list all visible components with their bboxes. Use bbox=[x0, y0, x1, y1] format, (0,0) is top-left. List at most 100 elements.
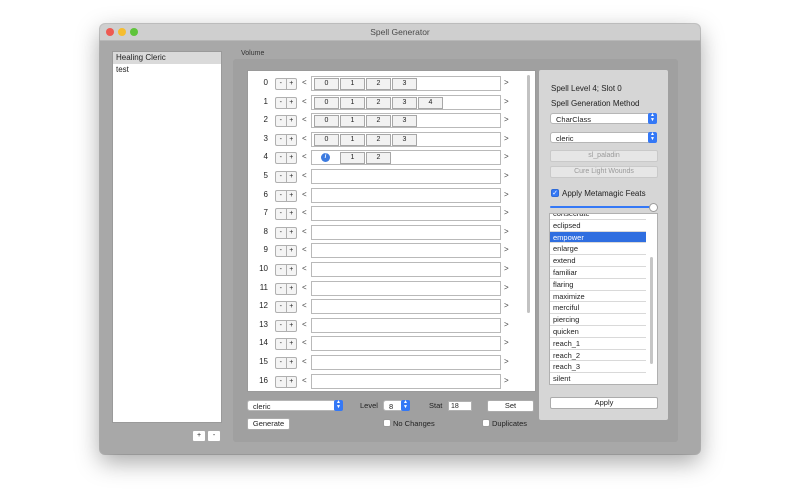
method-select[interactable]: CharClass ▲ ▼ bbox=[550, 113, 657, 124]
slot-field[interactable] bbox=[311, 262, 501, 277]
scroll-right-button[interactable]: > bbox=[504, 97, 509, 106]
info-icon[interactable]: i bbox=[321, 153, 330, 163]
scroll-right-button[interactable]: > bbox=[504, 320, 509, 329]
list-item[interactable]: Healing Cleric bbox=[113, 52, 221, 64]
decrease-button[interactable]: - bbox=[276, 172, 287, 182]
remove-character-button[interactable]: - bbox=[207, 430, 221, 442]
scroll-left-button[interactable]: < bbox=[302, 190, 307, 199]
decrease-button[interactable]: - bbox=[276, 134, 287, 145]
increase-button[interactable]: + bbox=[287, 228, 297, 238]
metamagic-checkbox[interactable]: ✓ bbox=[551, 189, 559, 197]
increase-button[interactable]: + bbox=[287, 209, 297, 219]
level-stepper[interactable]: - + bbox=[275, 78, 297, 90]
slot-button[interactable]: 0 bbox=[314, 115, 339, 128]
scroll-left-button[interactable]: < bbox=[302, 357, 307, 366]
scroll-left-button[interactable]: < bbox=[302, 301, 307, 310]
slot-field[interactable] bbox=[311, 373, 501, 389]
scroll-left-button[interactable]: < bbox=[302, 283, 307, 292]
slot-button[interactable]: 3 bbox=[392, 78, 417, 90]
metamagic-item[interactable]: reach_2 bbox=[550, 350, 646, 362]
spell-list-button[interactable]: sl_paladin bbox=[550, 150, 658, 162]
level-stepper[interactable]: - + bbox=[275, 338, 297, 351]
scroll-left-button[interactable]: < bbox=[302, 97, 307, 106]
metamagic-item[interactable]: merciful bbox=[550, 302, 646, 315]
scroll-left-button[interactable]: < bbox=[302, 171, 307, 180]
level-stepper[interactable]: - + bbox=[275, 301, 297, 314]
set-button[interactable]: Set bbox=[487, 400, 534, 412]
level-stepper[interactable]: - + bbox=[275, 319, 297, 332]
metamagic-item[interactable]: familiar bbox=[550, 267, 646, 279]
increase-button[interactable]: + bbox=[287, 246, 297, 256]
scroll-left-button[interactable]: < bbox=[302, 115, 307, 124]
slot-button[interactable]: 1 bbox=[340, 78, 365, 90]
slot-field[interactable] bbox=[311, 206, 501, 222]
metamagic-item[interactable]: empower bbox=[550, 231, 646, 244]
slot-field[interactable]: 0123 bbox=[311, 76, 501, 91]
spell-level-area[interactable]: 0- + <0 1 2 3 >1- + <0 1 2 3 4 >2- + <0 1 2 3 >3- + <0 1 2 3 >4- +… bbox=[247, 70, 536, 392]
class-select[interactable]: cleric ▲ ▼ bbox=[550, 132, 657, 143]
slot-button[interactable]: 2 bbox=[366, 152, 391, 165]
level-stepper[interactable]: - + bbox=[275, 245, 297, 258]
slot-button[interactable]: 1 bbox=[340, 96, 365, 109]
close-window-icon[interactable] bbox=[106, 28, 114, 36]
slot-button[interactable]: 3 bbox=[392, 133, 417, 146]
stat-field[interactable]: 18 bbox=[448, 401, 472, 411]
scroll-right-button[interactable]: > bbox=[504, 78, 509, 87]
level-stepper[interactable]: - + bbox=[275, 152, 297, 165]
slot-button[interactable]: 3 bbox=[392, 115, 417, 128]
increase-button[interactable]: + bbox=[287, 358, 297, 368]
slot-button[interactable]: 2 bbox=[366, 78, 391, 90]
apply-button[interactable]: Apply bbox=[550, 397, 658, 409]
scroll-right-button[interactable]: > bbox=[504, 245, 509, 254]
level-stepper[interactable]: - + bbox=[275, 96, 297, 109]
metamagic-item[interactable]: reach_1 bbox=[550, 338, 646, 350]
slot-field[interactable]: 0123 bbox=[311, 131, 501, 147]
increase-button[interactable]: + bbox=[287, 172, 297, 182]
scroll-right-button[interactable]: > bbox=[504, 338, 509, 347]
decrease-button[interactable]: - bbox=[276, 209, 287, 220]
increase-button[interactable]: + bbox=[287, 321, 297, 331]
decrease-button[interactable]: - bbox=[276, 97, 287, 108]
scroll-left-button[interactable]: < bbox=[302, 152, 307, 161]
scroll-right-button[interactable]: > bbox=[504, 357, 509, 366]
slot-button[interactable]: 3 bbox=[392, 96, 417, 109]
duplicates-checkbox[interactable] bbox=[482, 419, 490, 427]
decrease-button[interactable]: - bbox=[276, 320, 287, 331]
slot-field[interactable] bbox=[311, 224, 501, 240]
level-stepper[interactable]: - + bbox=[275, 264, 297, 276]
scroll-left-button[interactable]: < bbox=[302, 208, 307, 217]
generate-button[interactable]: Generate bbox=[247, 418, 290, 430]
level-stepper[interactable]: - + bbox=[275, 375, 297, 388]
increase-button[interactable]: + bbox=[287, 135, 297, 145]
slot-field[interactable] bbox=[311, 280, 501, 296]
level-stepper[interactable]: - + bbox=[275, 357, 297, 369]
list-item[interactable]: test bbox=[113, 64, 221, 76]
slot-button[interactable]: 2 bbox=[366, 96, 391, 109]
increase-button[interactable]: + bbox=[287, 377, 297, 387]
increase-button[interactable]: + bbox=[287, 191, 297, 201]
slot-field[interactable]: 01234 bbox=[311, 94, 501, 110]
scroll-left-button[interactable]: < bbox=[302, 227, 307, 236]
slot-button[interactable]: 1 bbox=[340, 133, 365, 146]
increase-button[interactable]: + bbox=[287, 79, 297, 89]
slot-button[interactable]: 0 bbox=[314, 96, 339, 109]
decrease-button[interactable]: - bbox=[276, 283, 287, 294]
metamagic-list[interactable]: consecrate eclipsed empower enlarge extend fa… bbox=[549, 213, 658, 385]
increase-button[interactable]: + bbox=[287, 98, 297, 108]
increase-button[interactable]: + bbox=[287, 116, 297, 126]
decrease-button[interactable]: - bbox=[276, 265, 287, 275]
level-stepper[interactable]: - + bbox=[275, 208, 297, 221]
scroll-left-button[interactable]: < bbox=[302, 338, 307, 347]
slot-button[interactable]: 1 bbox=[340, 115, 365, 128]
slot-button[interactable]: 1 bbox=[340, 152, 365, 165]
increase-button[interactable]: + bbox=[287, 153, 297, 163]
scroll-left-button[interactable]: < bbox=[302, 264, 307, 273]
metamagic-item[interactable]: eclipsed bbox=[550, 220, 646, 232]
scroll-left-button[interactable]: < bbox=[302, 320, 307, 329]
metamagic-item[interactable]: flaring bbox=[550, 279, 646, 291]
decrease-button[interactable]: - bbox=[276, 116, 287, 127]
slot-button[interactable]: 2 bbox=[366, 115, 391, 128]
metamagic-item[interactable]: quicken bbox=[550, 326, 646, 338]
slot-button[interactable]: 2 bbox=[366, 133, 391, 146]
slot-field[interactable]: i12 bbox=[311, 150, 501, 166]
